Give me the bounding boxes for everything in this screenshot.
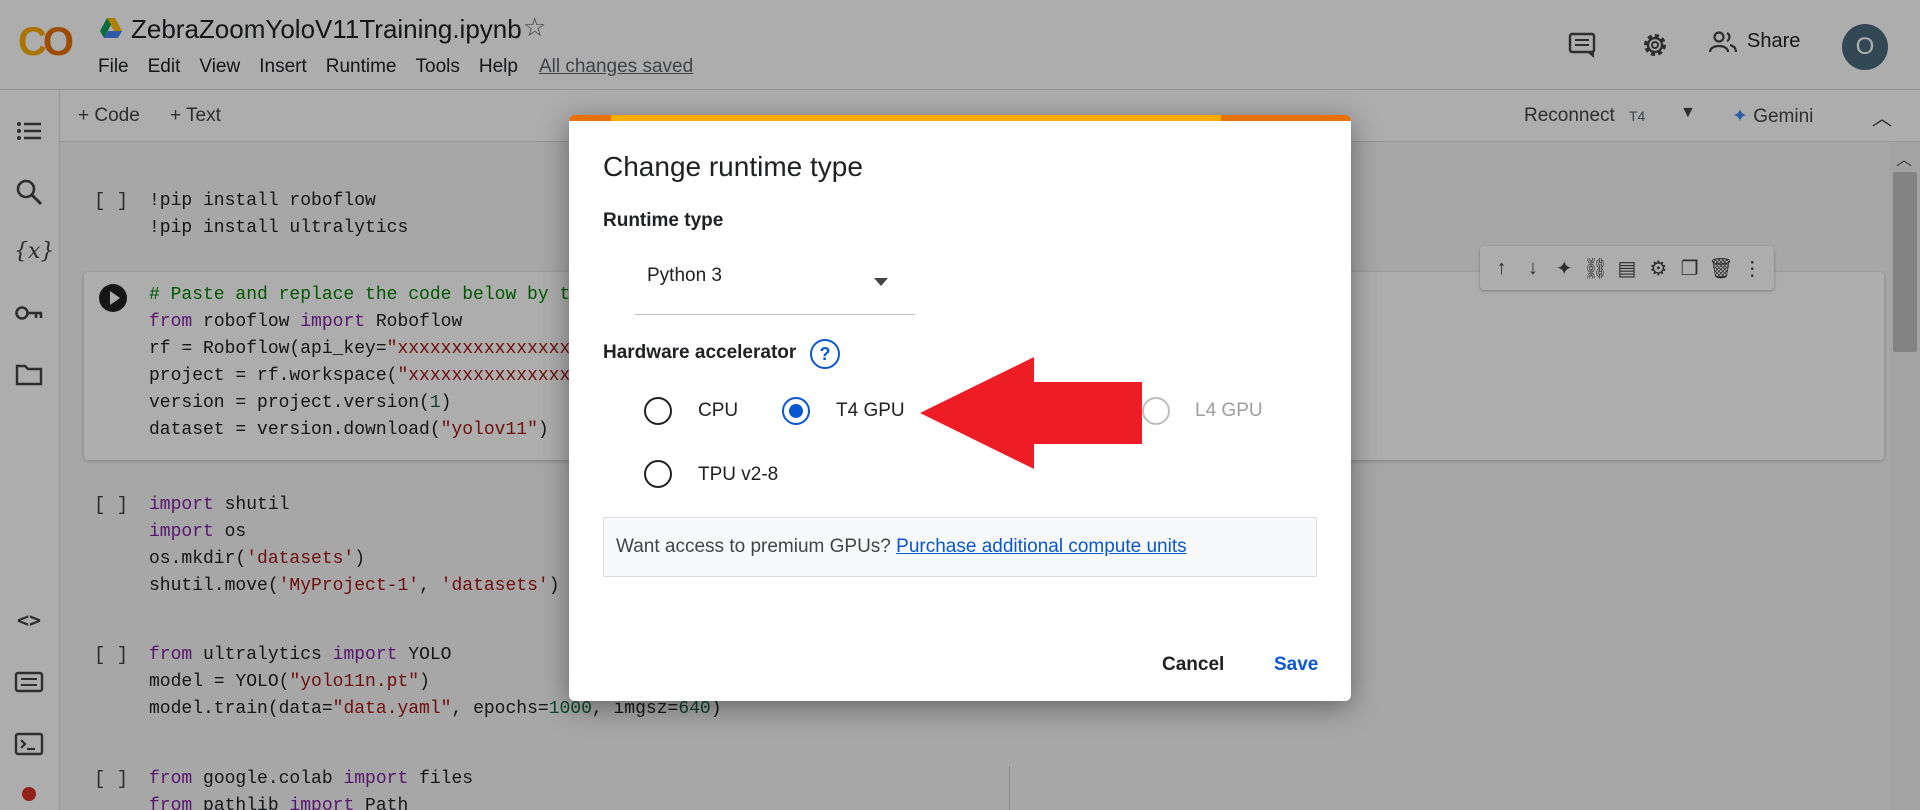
promo-text: Want access to premium GPUs? Purchase ad… <box>616 536 1187 558</box>
help-circle-icon[interactable]: ? <box>810 339 840 369</box>
save-button[interactable]: Save <box>1274 654 1318 676</box>
cancel-button[interactable]: Cancel <box>1162 654 1224 676</box>
chevron-down-icon <box>874 278 888 286</box>
radio-label-cpu[interactable]: CPU <box>698 400 738 422</box>
radio-t4-gpu[interactable] <box>782 397 810 425</box>
runtime-type-value: Python 3 <box>647 265 722 286</box>
premium-gpu-banner: Want access to premium GPUs? Purchase ad… <box>603 517 1317 577</box>
radio-l4-gpu <box>1142 397 1170 425</box>
radio-label-t4-gpu[interactable]: T4 GPU <box>836 400 905 422</box>
runtime-type-select[interactable]: Python 3 <box>635 245 915 315</box>
promo-message: Want access to premium GPUs? <box>616 536 891 557</box>
radio-cpu[interactable] <box>644 397 672 425</box>
red-arrow-icon <box>920 357 1142 469</box>
runtime-type-label: Runtime type <box>603 210 724 231</box>
dialog-title: Change runtime type <box>603 151 863 182</box>
hardware-accelerator-label: Hardware accelerator <box>603 342 797 363</box>
radio-tpu[interactable] <box>644 460 672 488</box>
dialog-accent-bar-mid <box>611 115 1221 121</box>
radio-label-tpu[interactable]: TPU v2-8 <box>698 464 778 486</box>
purchase-compute-units-link[interactable]: Purchase additional compute units <box>896 536 1186 557</box>
radio-label-l4-gpu: L4 GPU <box>1195 400 1263 421</box>
